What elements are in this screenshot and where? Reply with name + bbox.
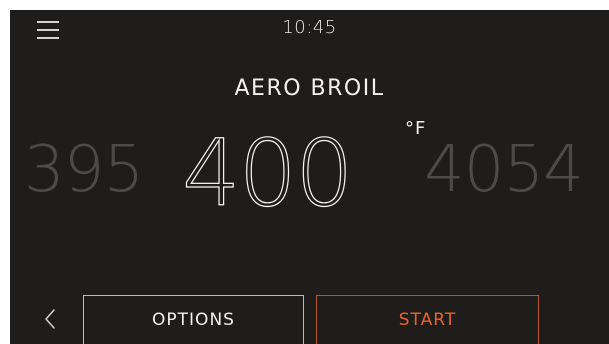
chevron-left-icon (45, 309, 55, 329)
previous-temperature-option[interactable]: 395 (24, 138, 144, 202)
following-temperature-partial: 4 (543, 133, 584, 207)
next-temperature-option[interactable]: 4054 (424, 138, 584, 202)
back-button[interactable] (37, 304, 63, 334)
clock-time: 10:45 (282, 17, 337, 38)
options-button-label: OPTIONS (152, 310, 235, 330)
temperature-selector[interactable]: 395 400 4054 (10, 120, 609, 240)
start-button-label: START (398, 310, 457, 330)
start-button[interactable]: START (316, 295, 539, 344)
selected-temperature[interactable]: 400 (181, 127, 354, 220)
cooking-mode-title: AERO BROIL (234, 76, 385, 101)
oven-control-screen: 10:45 AERO BROIL °F 395 400 4054 OPTIONS… (10, 10, 609, 344)
options-button[interactable]: OPTIONS (83, 295, 304, 344)
next-temperature-value: 405 (424, 133, 544, 207)
